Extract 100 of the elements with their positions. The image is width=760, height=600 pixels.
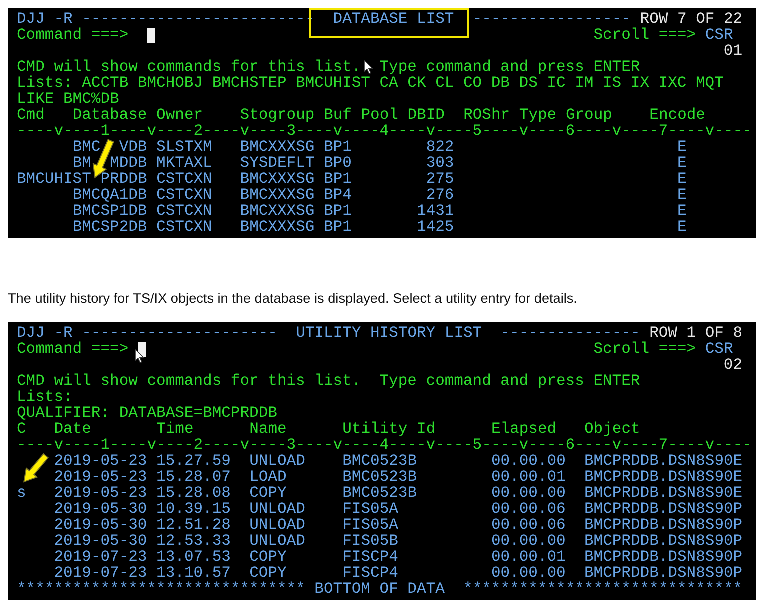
table-cell: SLSTXM bbox=[156, 138, 212, 156]
table-cell: BMCPRDDB.DSN8S90E bbox=[584, 468, 743, 486]
footer-rule: ******************************* bbox=[17, 580, 306, 598]
column-header: Group bbox=[566, 106, 612, 124]
column-header: Encode bbox=[650, 106, 706, 124]
table-cell: FIS05A bbox=[342, 516, 398, 534]
table-cell: E bbox=[677, 138, 687, 156]
command-label: Command ===> bbox=[17, 26, 129, 44]
table-cell: BP1 bbox=[324, 170, 352, 188]
table-cell: 1431 bbox=[417, 202, 454, 220]
table-cell: 00.00.00 bbox=[491, 564, 566, 582]
table-cell: COPY bbox=[250, 484, 287, 502]
table-cell: FISCP4 bbox=[342, 564, 398, 582]
table-cell: BMCXXXSG bbox=[240, 138, 315, 156]
table-cell: BMCPRDDB.DSN8S90E bbox=[584, 484, 743, 502]
table-cell: 00.00.01 bbox=[491, 468, 566, 486]
table-cell: COPY bbox=[250, 564, 287, 582]
table-cell: BMC0523B bbox=[342, 484, 418, 502]
table-cell: UNLOAD bbox=[250, 452, 306, 470]
column-header: Buf Pool bbox=[324, 106, 398, 124]
table-cell: BMC0523B bbox=[342, 452, 418, 470]
table-cell: COPY bbox=[250, 548, 287, 566]
table-cell: E bbox=[677, 154, 687, 172]
table-cell: MKTAXL bbox=[156, 154, 212, 172]
table-cell: LOAD bbox=[250, 468, 287, 486]
header-rule: --------------------- bbox=[82, 324, 278, 342]
header-rule: ----------------- bbox=[472, 10, 631, 28]
table-cell: FISCP4 bbox=[342, 548, 398, 566]
command-entry[interactable]: BMCUHIST bbox=[17, 170, 92, 188]
end-of-data-label: BOTTOM OF DATA bbox=[314, 580, 445, 598]
table-cell: 15.28.08 bbox=[156, 484, 231, 502]
scroll-label: Scroll ===> bbox=[594, 340, 696, 358]
table-cell: 2019-05-23 bbox=[54, 468, 148, 486]
column-header: Type bbox=[519, 106, 557, 124]
column-header: Date bbox=[54, 420, 92, 438]
table-cell: 00.00.00 bbox=[491, 484, 566, 502]
footer-rule: ****************************** bbox=[464, 580, 743, 598]
table-cell: 2019-05-30 bbox=[54, 532, 148, 550]
table-cell: BMCXXXSG bbox=[240, 170, 315, 188]
session-label: DJJ -R bbox=[17, 324, 73, 342]
table-cell: PRDDB bbox=[100, 170, 148, 188]
column-header: Stogroup bbox=[240, 106, 315, 124]
table-cell: 13.07.53 bbox=[156, 548, 231, 566]
table-cell: 15.28.07 bbox=[156, 468, 231, 486]
table-cell: E bbox=[678, 170, 687, 188]
column-header: DBID bbox=[408, 106, 445, 124]
table-cell: BP4 bbox=[324, 186, 352, 204]
table-cell: BMCXXXSG bbox=[240, 202, 315, 220]
command-label: Command ===> bbox=[17, 340, 129, 358]
table-cell: BMCXXXSG bbox=[240, 186, 315, 204]
table-cell: UNLOAD bbox=[250, 500, 306, 518]
table-cell: BP1 bbox=[324, 202, 352, 220]
column-header: Cmd bbox=[17, 106, 45, 124]
table-cell: BMCPRDDB.DSN8S90P bbox=[584, 532, 743, 550]
table-cell: BMCPRDDB.DSN8S90P bbox=[584, 548, 743, 566]
table-cell: BMCPRDDB.DSN8S90P bbox=[584, 500, 743, 518]
table-cell: 15.27.59 bbox=[156, 452, 231, 470]
table-cell: 12.53.33 bbox=[156, 532, 231, 550]
table-cell: FIS05B bbox=[342, 532, 398, 550]
table-cell: BMCPRDDB.DSN8S90E bbox=[584, 452, 743, 470]
column-header: Database bbox=[72, 106, 148, 124]
help-text: CMD will show commands for this list. Type command and press ENTER bbox=[17, 372, 640, 390]
session-label: DJJ -R bbox=[17, 10, 73, 28]
table-cell: 2019-05-23 bbox=[54, 452, 148, 470]
column-header: Name bbox=[250, 420, 287, 438]
table-cell: 10.39.15 bbox=[156, 500, 231, 518]
row-counter: ROW 1 OF 8 bbox=[650, 324, 743, 342]
table-cell: 276 bbox=[426, 186, 454, 204]
screen-number: 01 bbox=[724, 42, 743, 60]
table-cell: 2019-05-30 bbox=[54, 500, 148, 518]
column-ruler: ----v----1----v----2----v----3----v----4----v----5----v----6----v----7----v---- bbox=[17, 436, 752, 454]
table-cell: UNLOAD bbox=[250, 516, 306, 534]
table-cell: BMCSP2DB bbox=[72, 218, 148, 236]
table-cell: CSTCXN bbox=[156, 218, 212, 236]
table-cell: BMCQA1DB bbox=[72, 186, 148, 204]
table-cell: 00.00.00 bbox=[491, 532, 566, 550]
column-header: Object bbox=[584, 420, 640, 438]
table-cell: BP1 bbox=[324, 218, 352, 236]
table-cell: SYSDEFLT bbox=[240, 154, 315, 172]
column-ruler: ----v----1----v----2----v----3----v----4----v----5----v----6----v----7----v---- bbox=[17, 122, 752, 140]
header-rule: --------------- bbox=[500, 324, 640, 342]
table-cell: 2019-07-23 bbox=[54, 548, 148, 566]
table-cell: BMCPRDDB.DSN8S90P bbox=[584, 516, 743, 534]
scroll-label: Scroll ===> bbox=[594, 26, 696, 44]
table-cell: 00.00.01 bbox=[491, 548, 566, 566]
table-cell: BP0 bbox=[324, 154, 352, 172]
table-cell: BMC0523B bbox=[342, 468, 418, 486]
table-cell: CSTCXN bbox=[156, 186, 212, 204]
help-text: CMD will show commands for this list. Type command and press ENTER bbox=[17, 58, 640, 76]
table-cell: 00.00.06 bbox=[491, 516, 566, 534]
command-entry[interactable]: s bbox=[17, 484, 26, 502]
table-cell: 12.51.28 bbox=[156, 516, 231, 534]
table-cell: 00.00.06 bbox=[491, 500, 566, 518]
table-cell: BMCSP1DB bbox=[72, 202, 148, 220]
table-cell: 13.10.57 bbox=[156, 564, 231, 582]
column-header: Elapsed bbox=[491, 420, 557, 438]
table-cell: CSTCXN bbox=[156, 170, 212, 188]
table-cell: E bbox=[678, 202, 687, 220]
scroll-value: CSR bbox=[705, 340, 734, 358]
table-cell: BMCPRDDB.DSN8S90P bbox=[584, 564, 743, 582]
